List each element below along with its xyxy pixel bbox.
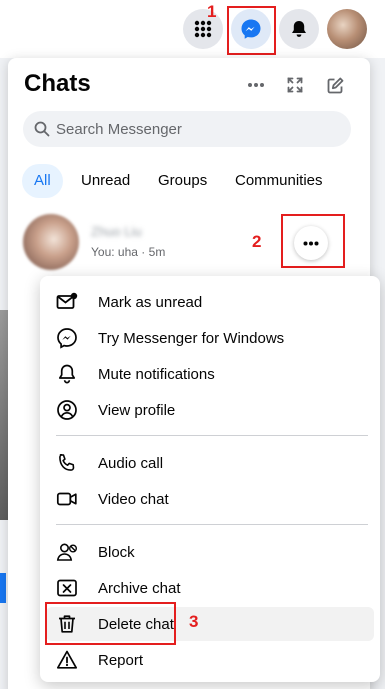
menu-item-label: Mark as unread — [98, 293, 203, 311]
menu-item-label: Block — [98, 543, 135, 561]
menu-item-audio-call[interactable]: Audio call — [46, 446, 374, 480]
search-input[interactable] — [56, 120, 336, 138]
tab-all[interactable]: All — [22, 164, 63, 198]
highlight-box-1 — [227, 6, 276, 55]
menu-item-label: Video chat — [98, 490, 169, 508]
menu-item-mark-unread[interactable]: Mark as unread — [46, 285, 374, 319]
menu-item-label: Audio call — [98, 454, 164, 472]
conversation-separator: · — [141, 245, 146, 259]
grid-menu-icon — [194, 20, 212, 38]
menu-item-label: View profile — [98, 401, 176, 419]
top-bar — [0, 0, 385, 58]
conversation-name[interactable]: Zhuo Liu — [91, 224, 142, 239]
menu-item-label: Try Messenger for Windows — [98, 329, 285, 347]
menu-item-report[interactable]: Report — [46, 643, 374, 677]
conversation-preview: You: uha · 5m — [91, 245, 165, 259]
search-bar — [23, 111, 351, 147]
archive-icon — [56, 577, 78, 599]
menu-divider — [56, 435, 368, 436]
video-icon — [56, 488, 78, 510]
menu-item-video-chat[interactable]: Video chat — [46, 482, 374, 516]
new-message-icon — [327, 77, 343, 93]
tab-groups[interactable]: Groups — [146, 164, 219, 198]
annotation-1: 1 — [207, 2, 217, 21]
menu-item-label: Archive chat — [98, 579, 181, 597]
warning-icon — [56, 649, 78, 671]
menu-item-mute-notifications[interactable]: Mute notifications — [46, 357, 374, 391]
expand-icon — [287, 77, 303, 93]
grid-menu-button[interactable] — [183, 9, 223, 49]
new-message-button[interactable] — [320, 70, 350, 100]
phone-icon — [56, 452, 78, 474]
conversation-avatar[interactable] — [23, 214, 79, 270]
menu-item-block[interactable]: Block — [46, 535, 374, 569]
highlight-box-2 — [281, 214, 345, 268]
conversation-time: 5m — [148, 245, 166, 259]
menu-item-label: Report — [98, 651, 144, 669]
conversation-last-message: You: uha — [91, 245, 138, 259]
highlight-box-3 — [45, 602, 176, 645]
menu-item-archive-chat[interactable]: Archive chat — [46, 571, 374, 605]
annotation-3: 3 — [189, 612, 199, 631]
more-options-button[interactable] — [241, 70, 271, 100]
tab-unread[interactable]: Unread — [69, 164, 142, 198]
menu-item-view-profile[interactable]: View profile — [46, 393, 374, 427]
annotation-2: 2 — [252, 232, 262, 251]
bell-icon — [56, 363, 78, 385]
notifications-button[interactable] — [279, 9, 319, 49]
background-strip — [0, 310, 8, 520]
menu-item-try-messenger-windows[interactable]: Try Messenger for Windows — [46, 321, 374, 355]
profile-avatar[interactable] — [327, 9, 367, 49]
messenger-icon — [56, 327, 78, 349]
more-icon — [248, 83, 264, 87]
menu-divider — [56, 524, 368, 525]
chats-title: Chats — [24, 70, 91, 97]
background-blue-marker — [0, 573, 6, 603]
menu-item-label: Mute notifications — [98, 365, 215, 383]
search-icon — [34, 121, 50, 137]
expand-button[interactable] — [280, 70, 310, 100]
mark-unread-icon — [56, 291, 78, 313]
profile-icon — [56, 399, 78, 421]
block-user-icon — [56, 541, 78, 563]
bell-icon — [292, 21, 306, 37]
tab-communities[interactable]: Communities — [223, 164, 335, 198]
